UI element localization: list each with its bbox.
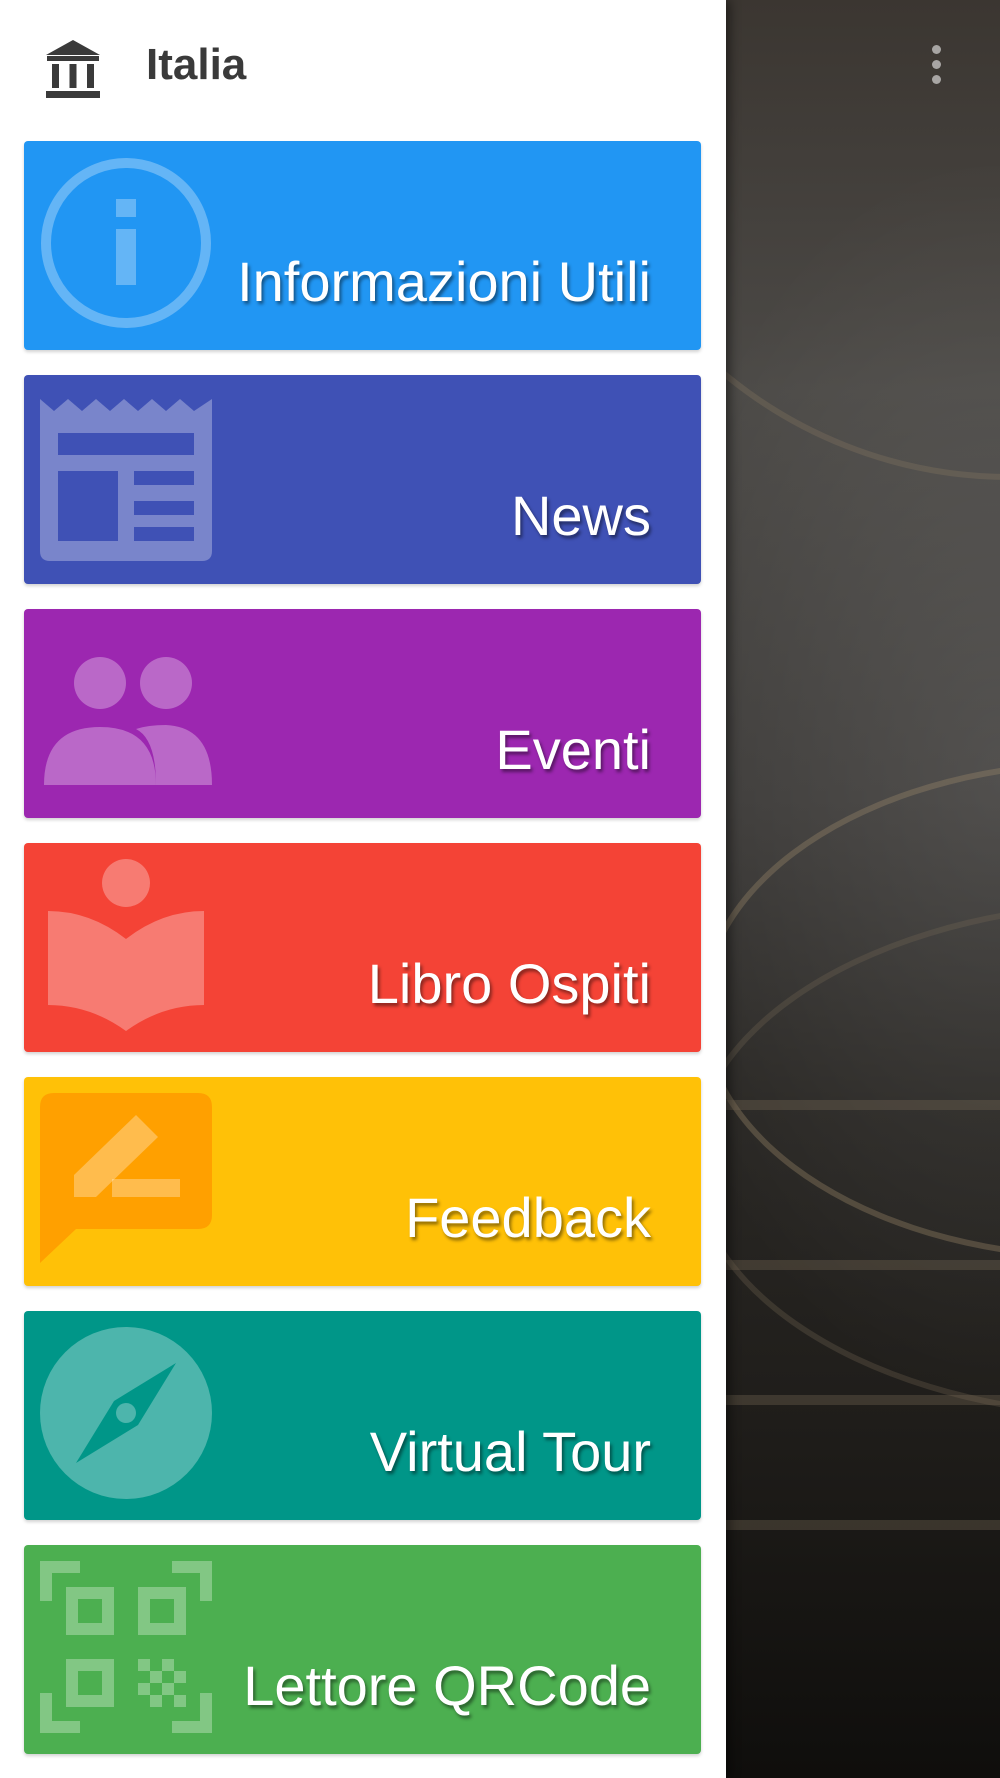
drawer-header: Italia	[0, 0, 726, 130]
more-vertical-icon[interactable]	[916, 40, 956, 88]
menu-tile-feedback[interactable]: Feedback	[24, 1077, 701, 1286]
qr-code-icon	[40, 1561, 212, 1733]
menu-list: Informazioni Utili News Eventi Libro Osp…	[24, 141, 701, 1778]
menu-tile-label: Feedback	[405, 1186, 651, 1249]
navigation-drawer: Italia Informazioni Utili News Eventi Li…	[0, 0, 726, 1778]
menu-tile-label: Libro Ospiti	[367, 952, 651, 1015]
newspaper-icon	[40, 399, 212, 561]
info-icon	[41, 158, 211, 328]
menu-tile-label: Informazioni Utili	[237, 250, 651, 313]
people-icon	[44, 657, 212, 785]
app-title: Italia	[146, 40, 247, 89]
menu-tile-label: News	[510, 484, 651, 547]
reader-book-icon	[48, 859, 204, 1031]
compass-icon	[40, 1327, 212, 1499]
menu-tile-news[interactable]: News	[24, 375, 701, 584]
feedback-icon	[40, 1093, 212, 1263]
menu-tile-label: Eventi	[495, 718, 651, 781]
menu-tile-virtual-tour[interactable]: Virtual Tour	[24, 1311, 701, 1520]
menu-tile-eventi[interactable]: Eventi	[24, 609, 701, 818]
menu-tile-label: Lettore QRCode	[243, 1654, 651, 1717]
menu-tile-label: Virtual Tour	[369, 1420, 651, 1483]
menu-tile-libro-ospiti[interactable]: Libro Ospiti	[24, 843, 701, 1052]
museum-icon	[46, 40, 100, 98]
menu-tile-informazioni-utili[interactable]: Informazioni Utili	[24, 141, 701, 350]
menu-tile-lettore-qrcode[interactable]: Lettore QRCode	[24, 1545, 701, 1754]
